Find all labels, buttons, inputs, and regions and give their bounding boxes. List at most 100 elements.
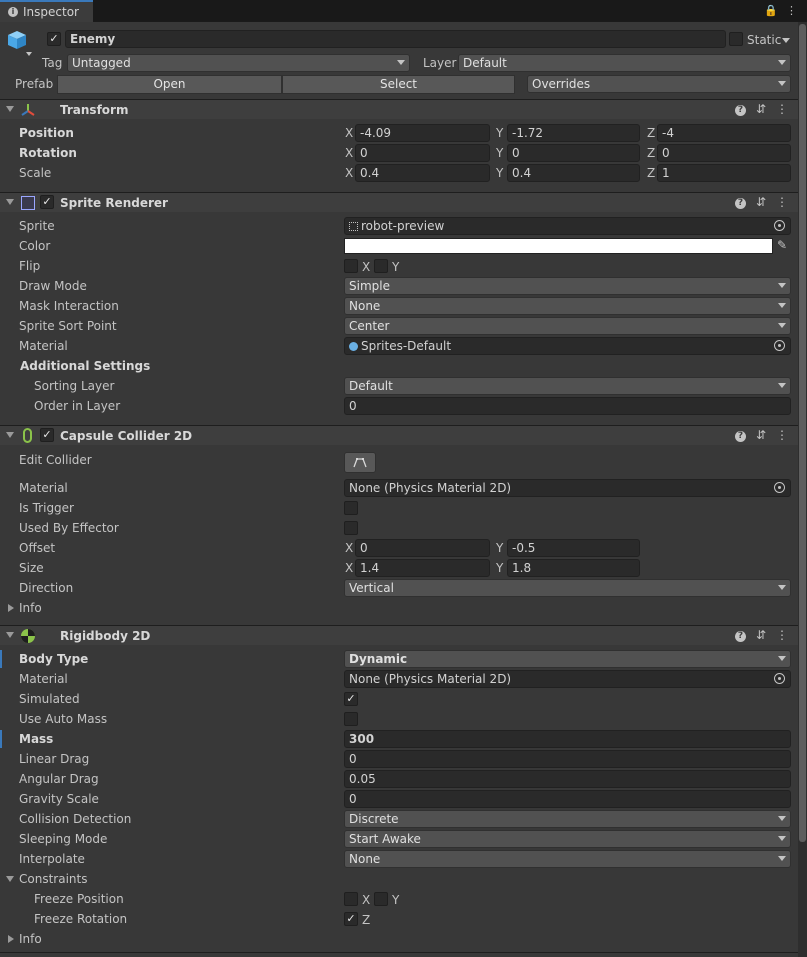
- interpolate-dropdown[interactable]: None: [344, 850, 791, 868]
- foldout-arrow-icon[interactable]: [6, 432, 14, 438]
- presets-icon[interactable]: ⇵: [756, 102, 766, 116]
- edit-collider-button[interactable]: [344, 452, 376, 473]
- body-type-dropdown[interactable]: Dynamic: [344, 650, 791, 668]
- direction-dropdown[interactable]: Vertical: [344, 579, 791, 597]
- tag-dropdown[interactable]: Untagged: [67, 54, 410, 72]
- more-icon[interactable]: ⋮: [776, 428, 788, 442]
- eyedropper-icon[interactable]: ✎: [777, 238, 787, 252]
- tab-inspector[interactable]: i Inspector: [0, 0, 93, 22]
- collider-material-field[interactable]: None (Physics Material 2D): [344, 479, 791, 497]
- rotation-x-field[interactable]: 0: [355, 144, 490, 162]
- sprite-object-field[interactable]: robot-preview: [344, 217, 791, 235]
- active-checkbox[interactable]: ✓: [47, 32, 61, 46]
- constraints-foldout[interactable]: Constraints: [0, 869, 798, 889]
- object-name-input[interactable]: Enemy: [65, 30, 726, 48]
- scale-z-field[interactable]: 1: [657, 164, 791, 182]
- static-dropdown-arrow[interactable]: [782, 38, 790, 43]
- rigidbody-header[interactable]: Rigidbody 2D ? ⇵ ⋮: [0, 625, 798, 645]
- help-icon[interactable]: ?: [734, 105, 746, 116]
- object-picker-icon[interactable]: [774, 220, 785, 231]
- freeze-position-y-checkbox[interactable]: [374, 892, 388, 906]
- sort-point-dropdown[interactable]: Center: [344, 317, 791, 335]
- is-trigger-checkbox[interactable]: [344, 501, 358, 515]
- more-icon[interactable]: ⋮: [786, 4, 797, 17]
- foldout-arrow-icon[interactable]: [6, 876, 14, 882]
- component-enabled-checkbox[interactable]: ✓: [40, 195, 54, 209]
- collision-detection-dropdown[interactable]: Discrete: [344, 810, 791, 828]
- draw-mode-dropdown[interactable]: Simple: [344, 277, 791, 295]
- more-icon[interactable]: ⋮: [776, 628, 788, 642]
- prefab-overrides-dropdown[interactable]: Overrides: [527, 75, 791, 93]
- freeze-rotation-z-checkbox[interactable]: ✓: [344, 912, 358, 926]
- size-y-field[interactable]: 1.8: [507, 559, 640, 577]
- used-by-effector-checkbox[interactable]: [344, 521, 358, 535]
- position-x-field[interactable]: -4.09: [355, 124, 490, 142]
- axis-x-label[interactable]: X: [345, 166, 353, 180]
- object-picker-icon[interactable]: [774, 482, 785, 493]
- mass-field[interactable]: 300: [344, 730, 791, 748]
- help-icon[interactable]: ?: [734, 198, 746, 209]
- help-icon[interactable]: ?: [734, 431, 746, 442]
- scale-y-field[interactable]: 0.4: [507, 164, 640, 182]
- axis-x-label[interactable]: X: [345, 126, 353, 140]
- axis-x-label[interactable]: X: [345, 541, 353, 555]
- capsule-collider-header[interactable]: ✓ Capsule Collider 2D ? ⇵ ⋮: [0, 425, 798, 445]
- sorting-layer-dropdown[interactable]: Default: [344, 377, 791, 395]
- offset-x-field[interactable]: 0: [355, 539, 490, 557]
- freeze-position-x-checkbox[interactable]: [344, 892, 358, 906]
- axis-z-label[interactable]: Z: [647, 126, 655, 140]
- axis-y-label[interactable]: Y: [496, 541, 503, 555]
- object-picker-icon[interactable]: [774, 340, 785, 351]
- axis-y-label[interactable]: Y: [496, 126, 503, 140]
- axis-x-label[interactable]: X: [345, 146, 353, 160]
- axis-y-label[interactable]: Y: [496, 166, 503, 180]
- offset-y-field[interactable]: -0.5: [507, 539, 640, 557]
- more-icon[interactable]: ⋮: [776, 195, 788, 209]
- foldout-arrow-icon[interactable]: [6, 106, 14, 112]
- rigidbody-info-foldout[interactable]: Info: [0, 929, 798, 949]
- material-object-field[interactable]: Sprites-Default: [344, 337, 791, 355]
- presets-icon[interactable]: ⇵: [756, 428, 766, 442]
- color-swatch[interactable]: [344, 238, 773, 254]
- gravity-scale-field[interactable]: 0: [344, 790, 791, 808]
- presets-icon[interactable]: ⇵: [756, 195, 766, 209]
- foldout-arrow-icon[interactable]: [8, 604, 14, 612]
- more-icon[interactable]: ⋮: [776, 102, 788, 116]
- flip-y-checkbox[interactable]: [374, 259, 388, 273]
- flip-x-checkbox[interactable]: [344, 259, 358, 273]
- transform-header[interactable]: Transform ? ⇵ ⋮: [0, 99, 798, 119]
- order-in-layer-field[interactable]: 0: [344, 397, 791, 415]
- position-z-field[interactable]: -4: [657, 124, 791, 142]
- prefab-open-button[interactable]: Open: [57, 75, 282, 94]
- static-checkbox[interactable]: [729, 32, 743, 46]
- angular-drag-field[interactable]: 0.05: [344, 770, 791, 788]
- linear-drag-field[interactable]: 0: [344, 750, 791, 768]
- scrollbar-thumb[interactable]: [799, 24, 806, 842]
- sleeping-mode-dropdown[interactable]: Start Awake: [344, 830, 791, 848]
- axis-y-label[interactable]: Y: [496, 146, 503, 160]
- prefab-select-button[interactable]: Select: [282, 75, 515, 94]
- position-y-field[interactable]: -1.72: [507, 124, 640, 142]
- object-picker-icon[interactable]: [774, 673, 785, 684]
- help-icon[interactable]: ?: [734, 631, 746, 642]
- axis-z-label[interactable]: Z: [647, 166, 655, 180]
- rb-material-field[interactable]: None (Physics Material 2D): [344, 670, 791, 688]
- lock-icon[interactable]: 🔒: [764, 4, 778, 17]
- mask-dropdown[interactable]: None: [344, 297, 791, 315]
- static-label[interactable]: Static: [747, 33, 781, 47]
- axis-z-label[interactable]: Z: [647, 146, 655, 160]
- layer-dropdown[interactable]: Default: [458, 54, 791, 72]
- rotation-y-field[interactable]: 0: [507, 144, 640, 162]
- presets-icon[interactable]: ⇵: [756, 628, 766, 642]
- size-x-field[interactable]: 1.4: [355, 559, 490, 577]
- rotation-z-field[interactable]: 0: [657, 144, 791, 162]
- collider-info-foldout[interactable]: Info: [0, 598, 798, 618]
- axis-x-label[interactable]: X: [345, 561, 353, 575]
- axis-y-label[interactable]: Y: [496, 561, 503, 575]
- scale-x-field[interactable]: 0.4: [355, 164, 490, 182]
- foldout-arrow-icon[interactable]: [6, 632, 14, 638]
- component-enabled-checkbox[interactable]: ✓: [40, 428, 54, 442]
- icon-dropdown-arrow[interactable]: [26, 52, 32, 56]
- sprite-renderer-header[interactable]: ✓ Sprite Renderer ? ⇵ ⋮: [0, 192, 798, 212]
- simulated-checkbox[interactable]: ✓: [344, 692, 358, 706]
